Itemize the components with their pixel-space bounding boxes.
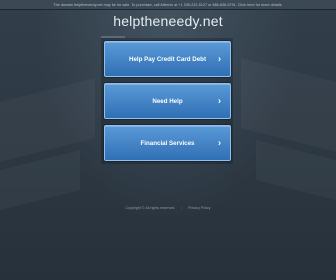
footer-separator: | xyxy=(181,206,183,210)
link-help-pay-credit-card-debt[interactable]: Help Pay Credit Card Debt › xyxy=(104,41,231,77)
link-label: Financial Services xyxy=(140,139,195,147)
link-financial-services[interactable]: Financial Services › xyxy=(104,125,231,161)
chevron-right-icon: › xyxy=(218,137,221,148)
chevron-right-icon: › xyxy=(218,53,221,64)
sale-banner-text[interactable]: The domain helptheneedy.net may be for s… xyxy=(53,3,282,7)
link-label: Help Pay Credit Card Debt xyxy=(128,55,207,63)
copyright-text: Copyright © All rights reserved. xyxy=(125,206,176,210)
footer: Copyright © All rights reserved. | Priva… xyxy=(0,206,336,210)
link-label: Need Help xyxy=(152,97,183,105)
privacy-policy-link[interactable]: Privacy Policy xyxy=(188,206,210,210)
chevron-right-icon: › xyxy=(218,95,221,106)
sale-banner[interactable]: The domain helptheneedy.net may be for s… xyxy=(0,0,336,10)
domain-title: helptheneedy.net xyxy=(113,13,223,29)
link-need-help[interactable]: Need Help › xyxy=(104,83,231,119)
